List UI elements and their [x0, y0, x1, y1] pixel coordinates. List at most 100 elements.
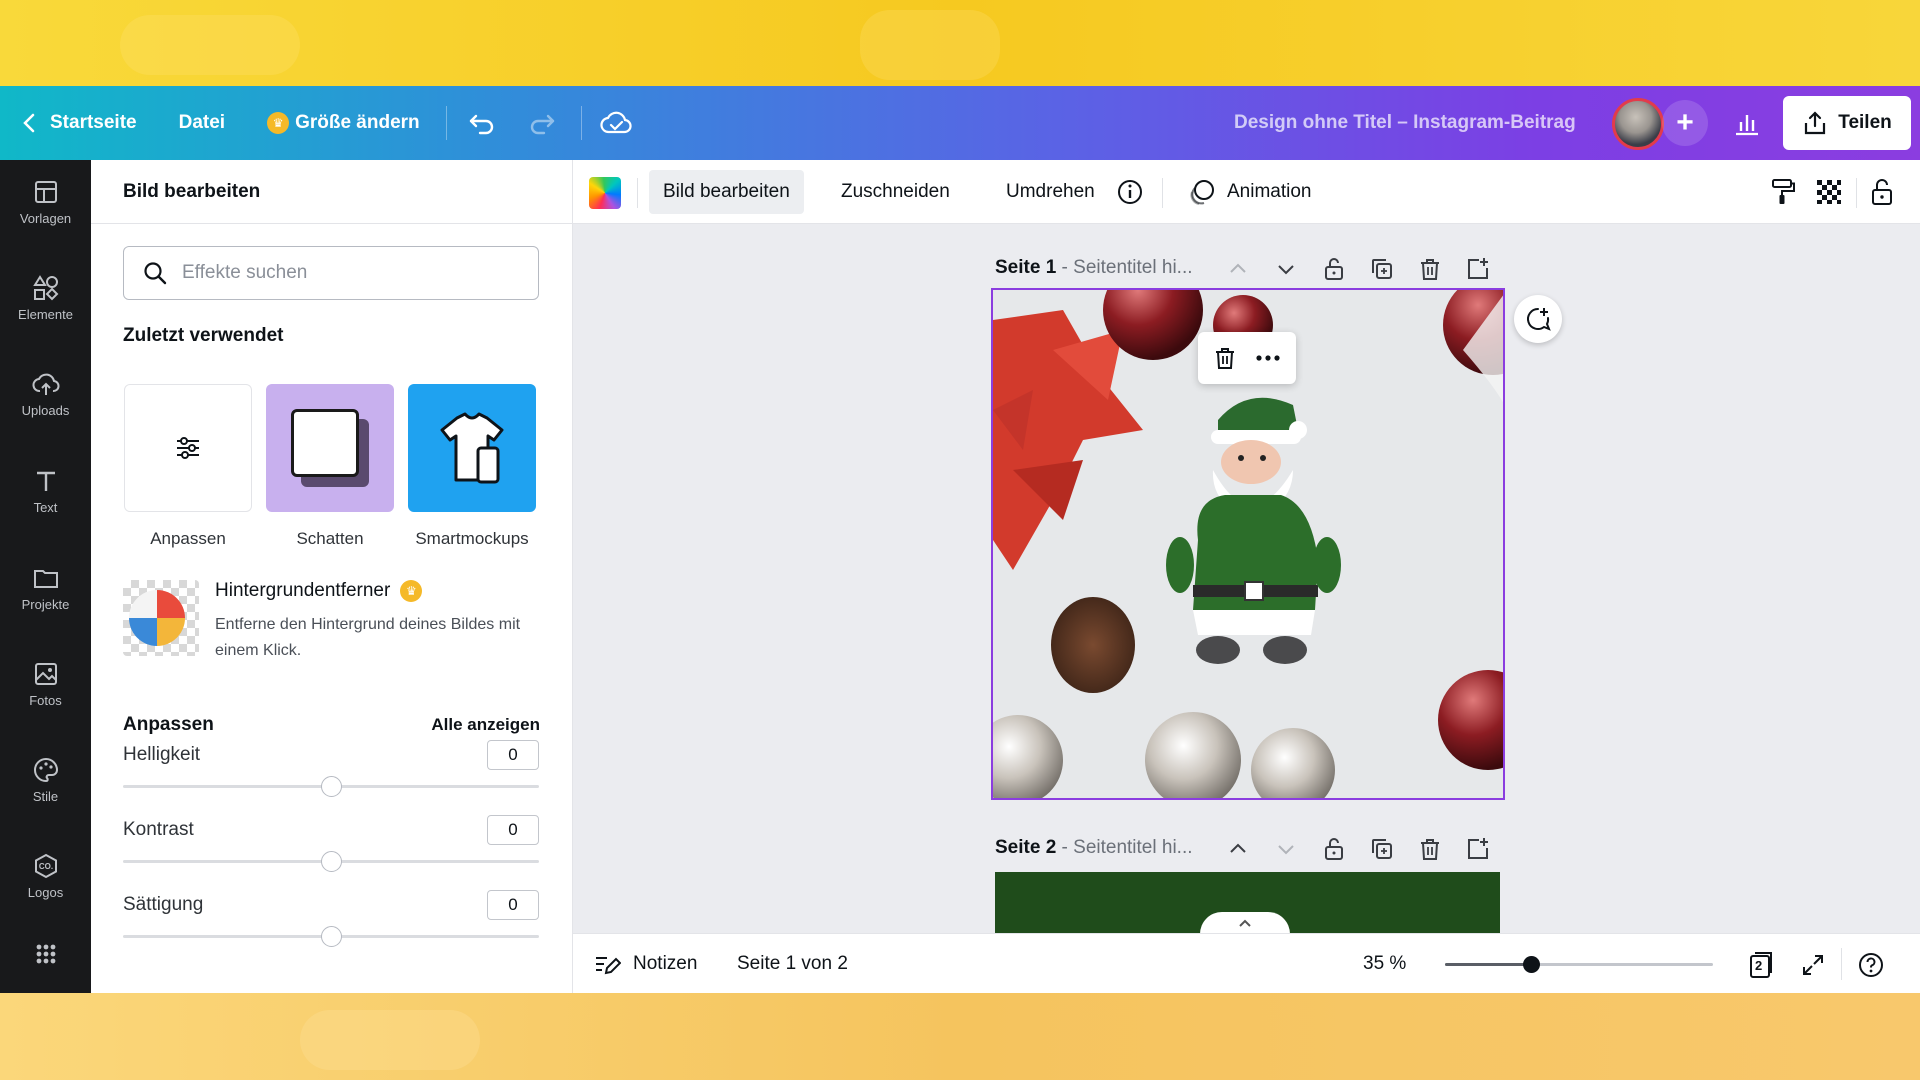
background-decoration [860, 10, 1000, 80]
lock-button[interactable] [1863, 170, 1901, 214]
contrast-label: Kontrast [123, 819, 194, 840]
upload-cloud-icon [32, 373, 60, 395]
background-remover-label: Hintergrundentferner [215, 580, 391, 601]
divider [445, 106, 447, 140]
help-button[interactable] [1856, 950, 1886, 980]
add-page-icon[interactable] [1465, 836, 1491, 862]
design-title[interactable]: Design ohne Titel – Instagram-Beitrag [1234, 86, 1576, 160]
saturation-value[interactable]: 0 [487, 890, 539, 920]
paint-roller-icon [1772, 179, 1795, 204]
rail-item-text[interactable]: Text [0, 451, 91, 531]
add-collaborator-button[interactable]: + [1662, 100, 1708, 146]
recent-tile-label: Schatten [296, 529, 364, 548]
recent-tile-shadow[interactable] [266, 384, 394, 512]
folder-icon [33, 570, 58, 588]
notes-label: Notizen [633, 953, 698, 974]
more-options-icon[interactable] [1254, 345, 1282, 371]
chevron-up-icon[interactable] [1225, 256, 1251, 282]
saturation-slider-thumb[interactable] [321, 926, 342, 947]
zoom-slider-thumb[interactable] [1522, 956, 1540, 973]
search-icon [144, 262, 167, 285]
notes-pen-icon [596, 957, 621, 975]
page-indicator[interactable]: Seite 1 von 2 [737, 934, 848, 993]
duplicate-page-icon[interactable] [1369, 836, 1395, 862]
contrast-slider-thumb[interactable] [321, 851, 342, 872]
bottom-bar: Notizen Seite 1 von 2 35 % 2 [573, 933, 1920, 993]
chevron-down-icon[interactable] [1273, 256, 1299, 282]
rail-item-styles[interactable]: Stile [0, 740, 91, 820]
delete-page-icon[interactable] [1417, 836, 1443, 862]
insights-button[interactable] [1724, 98, 1770, 148]
recent-section-title: Zuletzt verwendet [123, 325, 284, 346]
tshirt-phone-icon [440, 412, 504, 484]
effects-search-input[interactable] [182, 262, 522, 284]
rail-item-elements[interactable]: Elemente [0, 258, 91, 338]
notes-button[interactable]: Notizen [593, 934, 697, 993]
chevron-up-icon[interactable] [1225, 836, 1251, 862]
rail-item-photos[interactable]: Fotos [0, 644, 91, 724]
top-bar: Startseite Datei ♛ Größe ändern Design o… [0, 86, 1920, 160]
contrast-value[interactable]: 0 [487, 815, 539, 845]
rail-label: Fotos [29, 693, 62, 708]
divider [637, 178, 638, 208]
brightness-value[interactable]: 0 [487, 740, 539, 770]
canva-editor: Startseite Datei ♛ Größe ändern Design o… [0, 86, 1920, 993]
chevron-down-icon[interactable] [1273, 836, 1299, 862]
page-2-title[interactable]: Seite 2 - Seitentitel hi... [995, 837, 1193, 859]
zoom-level[interactable]: 35 % [1363, 934, 1406, 993]
resize-button[interactable]: ♛ Größe ändern [267, 86, 420, 160]
share-button[interactable]: Teilen [1783, 96, 1911, 150]
recent-tile-adjust[interactable] [124, 384, 252, 512]
brightness-slider-thumb[interactable] [321, 776, 342, 797]
add-page-icon[interactable] [1465, 256, 1491, 282]
background-remover[interactable]: Hintergrundentferner ♛ Entferne den Hint… [123, 580, 543, 670]
info-button[interactable] [1110, 170, 1150, 214]
page-1-title[interactable]: Seite 1 - Seitentitel hi... [995, 257, 1193, 279]
rail-item-logos[interactable]: CO. Logos [0, 836, 91, 916]
rail-item-projects[interactable]: Projekte [0, 548, 91, 628]
redo-button[interactable] [527, 86, 557, 160]
fullscreen-button[interactable] [1798, 950, 1828, 980]
animation-label: Animation [1227, 181, 1312, 202]
rail-item-uploads[interactable]: Uploads [0, 354, 91, 434]
page-grid-button[interactable]: 2 [1745, 950, 1775, 980]
trash-icon[interactable] [1212, 345, 1238, 371]
divider [580, 106, 582, 140]
background-remover-title: Hintergrundentferner ♛ [215, 580, 423, 602]
show-all-link[interactable]: Alle anzeigen [431, 715, 540, 735]
edit-image-button[interactable]: Bild bearbeiten [649, 170, 804, 214]
comment-add-icon [1527, 308, 1551, 331]
rail-item-templates[interactable]: Vorlagen [0, 162, 91, 242]
recent-tile-label: Anpassen [150, 529, 226, 548]
page-2-header: Seite 2 - Seitentitel hi... [995, 828, 1515, 868]
page-lock-icon[interactable] [1321, 836, 1347, 862]
page-lock-icon[interactable] [1321, 256, 1347, 282]
rail-label: Elemente [18, 307, 73, 322]
rail-item-apps[interactable] [0, 924, 91, 984]
delete-page-icon[interactable] [1417, 256, 1443, 282]
transparency-button[interactable] [1809, 170, 1849, 214]
undo-button[interactable] [467, 86, 497, 160]
zoom-slider-track[interactable] [1445, 963, 1713, 966]
plus-icon: + [1676, 106, 1694, 139]
divider [1162, 178, 1163, 208]
crop-button[interactable]: Zuschneiden [827, 170, 964, 214]
user-avatar[interactable] [1612, 98, 1664, 150]
animation-button[interactable]: Animation [1173, 170, 1326, 214]
recent-tile-smartmockups[interactable] [408, 384, 536, 512]
save-status-button[interactable] [600, 86, 632, 160]
show-pages-toggle[interactable] [1200, 912, 1290, 934]
divider [1841, 948, 1842, 980]
flip-button[interactable]: Umdrehen [992, 170, 1109, 214]
redo-icon [530, 114, 554, 135]
effects-search[interactable] [123, 246, 539, 300]
rail-label: Uploads [21, 403, 70, 418]
color-swatch-button[interactable] [589, 177, 621, 209]
duplicate-page-icon[interactable] [1369, 256, 1395, 282]
home-button[interactable]: Startseite [22, 86, 137, 160]
file-menu-button[interactable]: Datei [179, 86, 225, 160]
transparency-checker-icon [1817, 180, 1841, 204]
add-comment-button[interactable] [1514, 295, 1562, 343]
page-number: Seite 2 [995, 837, 1057, 858]
copy-style-button[interactable] [1763, 170, 1803, 214]
